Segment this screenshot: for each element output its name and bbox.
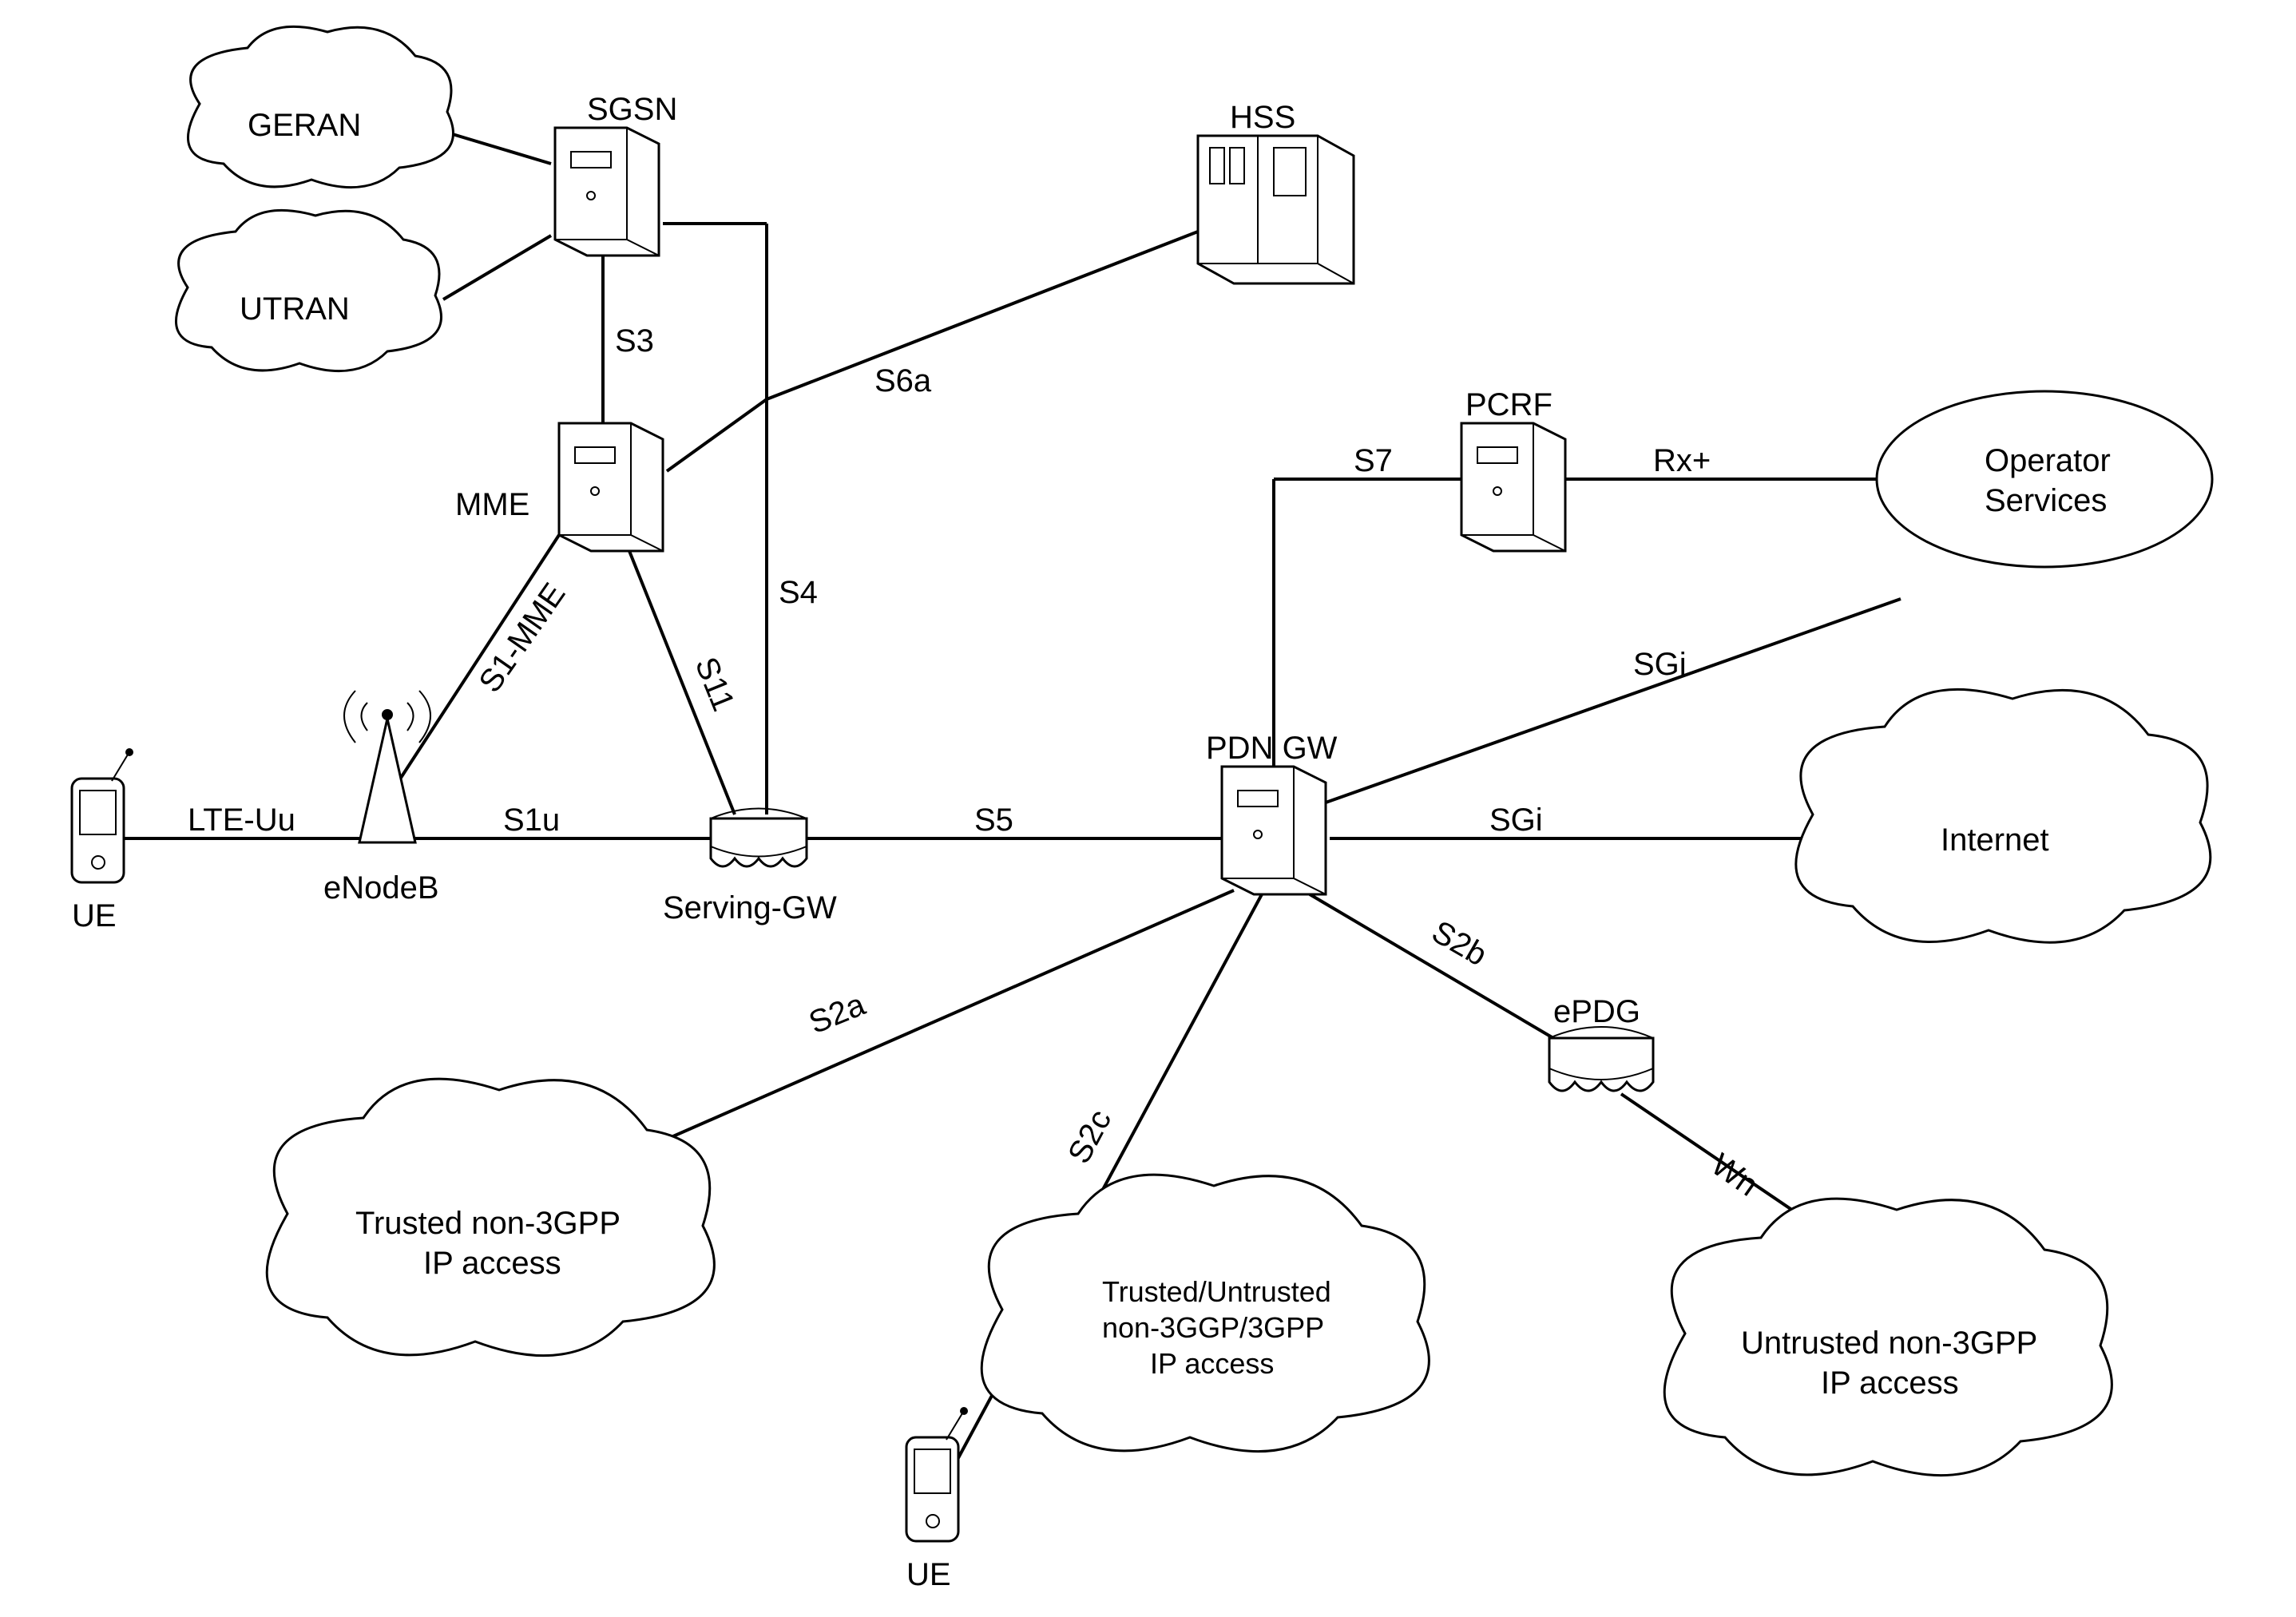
link-label-s6a: S6a	[874, 363, 932, 398]
node-label-pcrf: PCRF	[1465, 387, 1552, 422]
node-mme: MME	[455, 423, 663, 551]
node-label-epdg: ePDG	[1553, 994, 1640, 1029]
node-label-trusted-1: Trusted non-3GPP	[355, 1206, 621, 1241]
node-ue1: UE	[72, 748, 133, 933]
node-enodeb: eNodeB	[323, 691, 439, 906]
link-label-s2a: S2a	[804, 987, 870, 1041]
node-trusted-non3gpp: Trusted non-3GPP IP access	[267, 1079, 714, 1356]
link-label-sgi-lower: SGi	[1489, 803, 1543, 838]
node-geran: GERAN	[188, 26, 453, 187]
link-label-s2b: S2b	[1426, 914, 1493, 973]
node-label-mme: MME	[455, 487, 529, 522]
node-label-enodeb: eNodeB	[323, 870, 439, 906]
network-architecture-diagram: LTE-Uu S1u S1-MME S11 S3 S4 S6a S5 S7 Rx…	[0, 0, 2296, 1617]
router-icon	[1549, 1027, 1653, 1091]
node-pcrf: PCRF	[1461, 387, 1565, 551]
link-label-s11: S11	[688, 652, 741, 716]
link-label-s4: S4	[779, 575, 818, 610]
node-label-hss: HSS	[1230, 100, 1295, 135]
node-mixed-access: Trusted/Untrusted non-3GGP/3GPP IP acces…	[981, 1175, 1429, 1452]
server-icon	[555, 128, 659, 256]
node-label-mixed-3: IP access	[1150, 1347, 1274, 1380]
node-label-opsvc-1: Operator	[1985, 443, 2111, 478]
link-label-s7: S7	[1354, 443, 1393, 478]
node-untrusted-non3gpp: Untrusted non-3GPP IP access	[1664, 1199, 2112, 1476]
node-label-untrusted-1: Untrusted non-3GPP	[1741, 1326, 2037, 1361]
node-label-internet: Internet	[1941, 822, 2049, 858]
node-label-ue1: UE	[72, 898, 117, 933]
node-hss: HSS	[1198, 100, 1354, 283]
handset-icon	[906, 1407, 968, 1541]
node-label-mixed-1: Trusted/Untrusted	[1102, 1275, 1331, 1308]
antenna-icon	[344, 691, 430, 842]
link-label-lte-uu: LTE-Uu	[188, 803, 295, 838]
server-rack-icon	[1198, 136, 1354, 283]
server-icon	[1222, 767, 1326, 894]
node-internet: Internet	[1796, 689, 2211, 942]
node-label-mixed-2: non-3GGP/3GPP	[1102, 1311, 1324, 1344]
server-icon	[1461, 423, 1565, 551]
node-label-serving-gw: Serving-GW	[663, 890, 837, 925]
link-label-s5: S5	[974, 803, 1013, 838]
link-label-rxplus: Rx+	[1653, 443, 1711, 478]
link-label-s3: S3	[615, 323, 654, 359]
node-label-untrusted-2: IP access	[1821, 1365, 1959, 1401]
link-label-sgi-upper: SGi	[1633, 647, 1687, 682]
node-ue2: UE	[906, 1407, 968, 1592]
node-serving-gw: Serving-GW	[663, 809, 837, 926]
node-epdg: ePDG	[1549, 994, 1653, 1091]
link-label-s2c: S2c	[1061, 1104, 1118, 1170]
router-icon	[711, 809, 807, 867]
node-label-geran: GERAN	[248, 108, 361, 143]
link-label-s1u: S1u	[503, 803, 560, 838]
node-label-utran: UTRAN	[240, 291, 350, 327]
server-icon	[559, 423, 663, 551]
node-utran: UTRAN	[176, 210, 441, 371]
node-label-opsvc-2: Services	[1985, 483, 2107, 518]
node-label-trusted-2: IP access	[423, 1246, 561, 1281]
handset-icon	[72, 748, 133, 882]
node-operator-services: Operator Services	[1877, 391, 2212, 567]
node-sgsn: SGSN	[555, 92, 677, 256]
link-label-s1mme: S1-MME	[472, 577, 572, 699]
node-pdn-gw: PDN GW	[1206, 731, 1338, 894]
node-label-sgsn: SGSN	[587, 92, 677, 127]
node-label-ue2: UE	[906, 1557, 951, 1592]
node-label-pdn-gw: PDN GW	[1206, 731, 1338, 766]
